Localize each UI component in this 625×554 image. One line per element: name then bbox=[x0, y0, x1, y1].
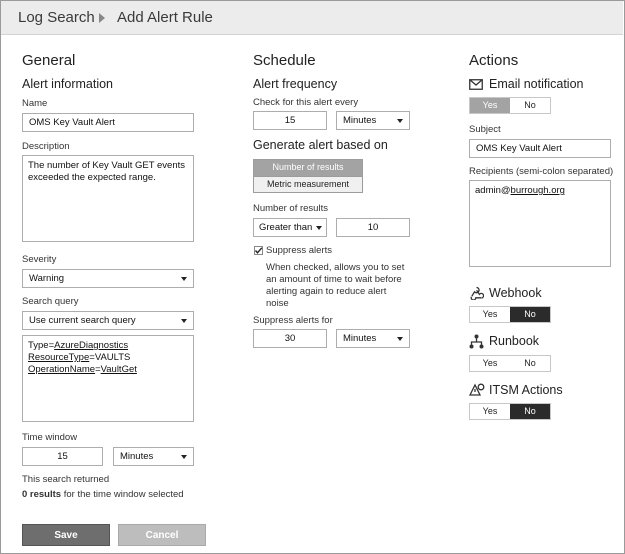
suppress-for-input[interactable]: 30 bbox=[253, 329, 327, 348]
webhook-yes-option[interactable]: Yes bbox=[470, 307, 510, 322]
query-line: OperationName=VaultGet bbox=[28, 364, 188, 376]
recipients-value: admin@burrough.org bbox=[475, 185, 605, 197]
number-of-results-label: Number of results bbox=[253, 203, 328, 214]
breadcrumb-log-search[interactable]: Log Search bbox=[18, 9, 95, 26]
query-text: Type= bbox=[28, 340, 55, 351]
chevron-down-icon bbox=[181, 455, 187, 459]
help-line: noise bbox=[266, 298, 289, 309]
help-line: alerting again to reduce alert bbox=[266, 286, 387, 297]
itsm-no-option[interactable]: No bbox=[510, 404, 550, 419]
email-notification-label: Email notification bbox=[489, 77, 584, 91]
check-every-unit-value: Minutes bbox=[343, 115, 377, 126]
suppress-alerts-label: Suppress alerts bbox=[266, 245, 333, 256]
help-line: an amount of time to wait before bbox=[266, 274, 402, 285]
breadcrumb-chevron-icon bbox=[99, 13, 105, 23]
envelope-icon bbox=[469, 79, 483, 90]
suppress-help-text: When checked, allows you to set an amoun… bbox=[266, 262, 404, 310]
recipients-text: admin@ bbox=[475, 185, 511, 196]
recipients-textarea[interactable]: admin@burrough.org bbox=[469, 180, 611, 267]
page-title: Add Alert Rule bbox=[117, 9, 213, 26]
query-link: OperationName bbox=[28, 364, 96, 375]
description-textarea[interactable]: The number of Key Vault GET events excee… bbox=[22, 155, 194, 242]
alert-information-heading: Alert information bbox=[22, 77, 114, 91]
query-link: VaultGet bbox=[100, 364, 137, 375]
chevron-down-icon bbox=[181, 319, 187, 323]
severity-value: Warning bbox=[29, 273, 65, 284]
runbook-yes-option[interactable]: Yes bbox=[470, 356, 510, 371]
email-yes-option[interactable]: Yes bbox=[470, 98, 510, 113]
time-window-unit-value: Minutes bbox=[120, 451, 154, 462]
threshold-input[interactable]: 10 bbox=[336, 218, 410, 237]
results-count: 0 results bbox=[22, 489, 62, 500]
webhook-icon bbox=[470, 286, 484, 300]
runbook-toggle: Yes No bbox=[469, 355, 551, 372]
save-button[interactable]: Save bbox=[22, 524, 110, 546]
chevron-down-icon bbox=[397, 337, 403, 341]
suppress-for-unit-select[interactable]: Minutes bbox=[336, 329, 410, 348]
suppress-for-unit-value: Minutes bbox=[343, 333, 377, 344]
description-label: Description bbox=[22, 141, 70, 152]
time-window-label: Time window bbox=[22, 432, 78, 443]
query-text: =VAULTS bbox=[89, 352, 131, 363]
search-returned-text: This search returned bbox=[22, 474, 110, 485]
itsm-actions-label: ITSM Actions bbox=[489, 383, 563, 397]
severity-select[interactable]: Warning bbox=[22, 269, 194, 288]
search-query-select[interactable]: Use current search query bbox=[22, 311, 194, 330]
query-link: AzureDiagnostics bbox=[54, 340, 129, 351]
search-query-value: Use current search query bbox=[29, 315, 136, 326]
name-input[interactable]: OMS Key Vault Alert bbox=[22, 113, 194, 132]
itsm-actions-toggle: Yes No bbox=[469, 403, 551, 420]
chevron-down-icon bbox=[316, 226, 322, 230]
query-line: Type=AzureDiagnostics bbox=[28, 340, 188, 352]
webhook-toggle: Yes No bbox=[469, 306, 551, 323]
operator-value: Greater than bbox=[259, 222, 313, 233]
results-suffix: for the time window selected bbox=[61, 489, 184, 500]
chevron-down-icon bbox=[181, 277, 187, 281]
email-no-option[interactable]: No bbox=[510, 98, 550, 113]
search-query-label: Search query bbox=[22, 296, 79, 307]
alert-frequency-heading: Alert frequency bbox=[253, 77, 338, 91]
recipients-link: burrough.org bbox=[510, 185, 565, 196]
webhook-no-option[interactable]: No bbox=[510, 307, 550, 322]
results-summary: 0 results for the time window selected bbox=[22, 489, 184, 500]
subject-label: Subject bbox=[469, 124, 501, 135]
description-line: The number of Key Vault GET events bbox=[28, 160, 186, 171]
general-heading: General bbox=[22, 52, 76, 69]
generate-alert-heading: Generate alert based on bbox=[253, 138, 388, 152]
option-number-of-results[interactable]: Number of results bbox=[254, 160, 362, 176]
alert-type-selector: Number of results Metric measurement bbox=[253, 159, 363, 193]
cancel-button[interactable]: Cancel bbox=[118, 524, 206, 546]
subject-input[interactable]: OMS Key Vault Alert bbox=[469, 139, 611, 158]
name-label: Name bbox=[22, 98, 48, 109]
recipients-label: Recipients (semi-colon separated) bbox=[469, 166, 614, 177]
severity-label: Severity bbox=[22, 254, 57, 265]
suppress-alerts-checkbox[interactable] bbox=[254, 246, 263, 255]
runbook-label: Runbook bbox=[489, 334, 540, 348]
option-metric-measurement[interactable]: Metric measurement bbox=[254, 176, 362, 192]
check-icon bbox=[254, 247, 263, 254]
query-line: ResourceType=VAULTS bbox=[28, 352, 188, 364]
description-line: exceeded the expected range. bbox=[28, 172, 156, 183]
suppress-for-label: Suppress alerts for bbox=[253, 315, 333, 326]
check-every-unit-select[interactable]: Minutes bbox=[336, 111, 410, 130]
webhook-label: Webhook bbox=[489, 286, 542, 300]
schedule-heading: Schedule bbox=[253, 52, 316, 69]
query-link: ResourceType bbox=[28, 352, 90, 363]
check-every-label: Check for this alert every bbox=[253, 97, 359, 108]
itsm-actions-icon bbox=[469, 383, 485, 396]
help-line: When checked, allows you to set bbox=[266, 262, 405, 273]
itsm-yes-option[interactable]: Yes bbox=[470, 404, 510, 419]
chevron-down-icon bbox=[397, 119, 403, 123]
query-textarea[interactable]: Type=AzureDiagnostics ResourceType=VAULT… bbox=[22, 335, 194, 422]
check-every-input[interactable]: 15 bbox=[253, 111, 327, 130]
operator-select[interactable]: Greater than bbox=[253, 218, 327, 237]
email-notification-toggle: Yes No bbox=[469, 97, 551, 114]
actions-heading: Actions bbox=[469, 52, 519, 69]
time-window-unit-select[interactable]: Minutes bbox=[113, 447, 194, 466]
runbook-no-option[interactable]: No bbox=[510, 356, 550, 371]
time-window-input[interactable]: 15 bbox=[22, 447, 103, 466]
top-bar: Log Search Add Alert Rule bbox=[1, 1, 623, 35]
runbook-icon bbox=[469, 334, 484, 349]
